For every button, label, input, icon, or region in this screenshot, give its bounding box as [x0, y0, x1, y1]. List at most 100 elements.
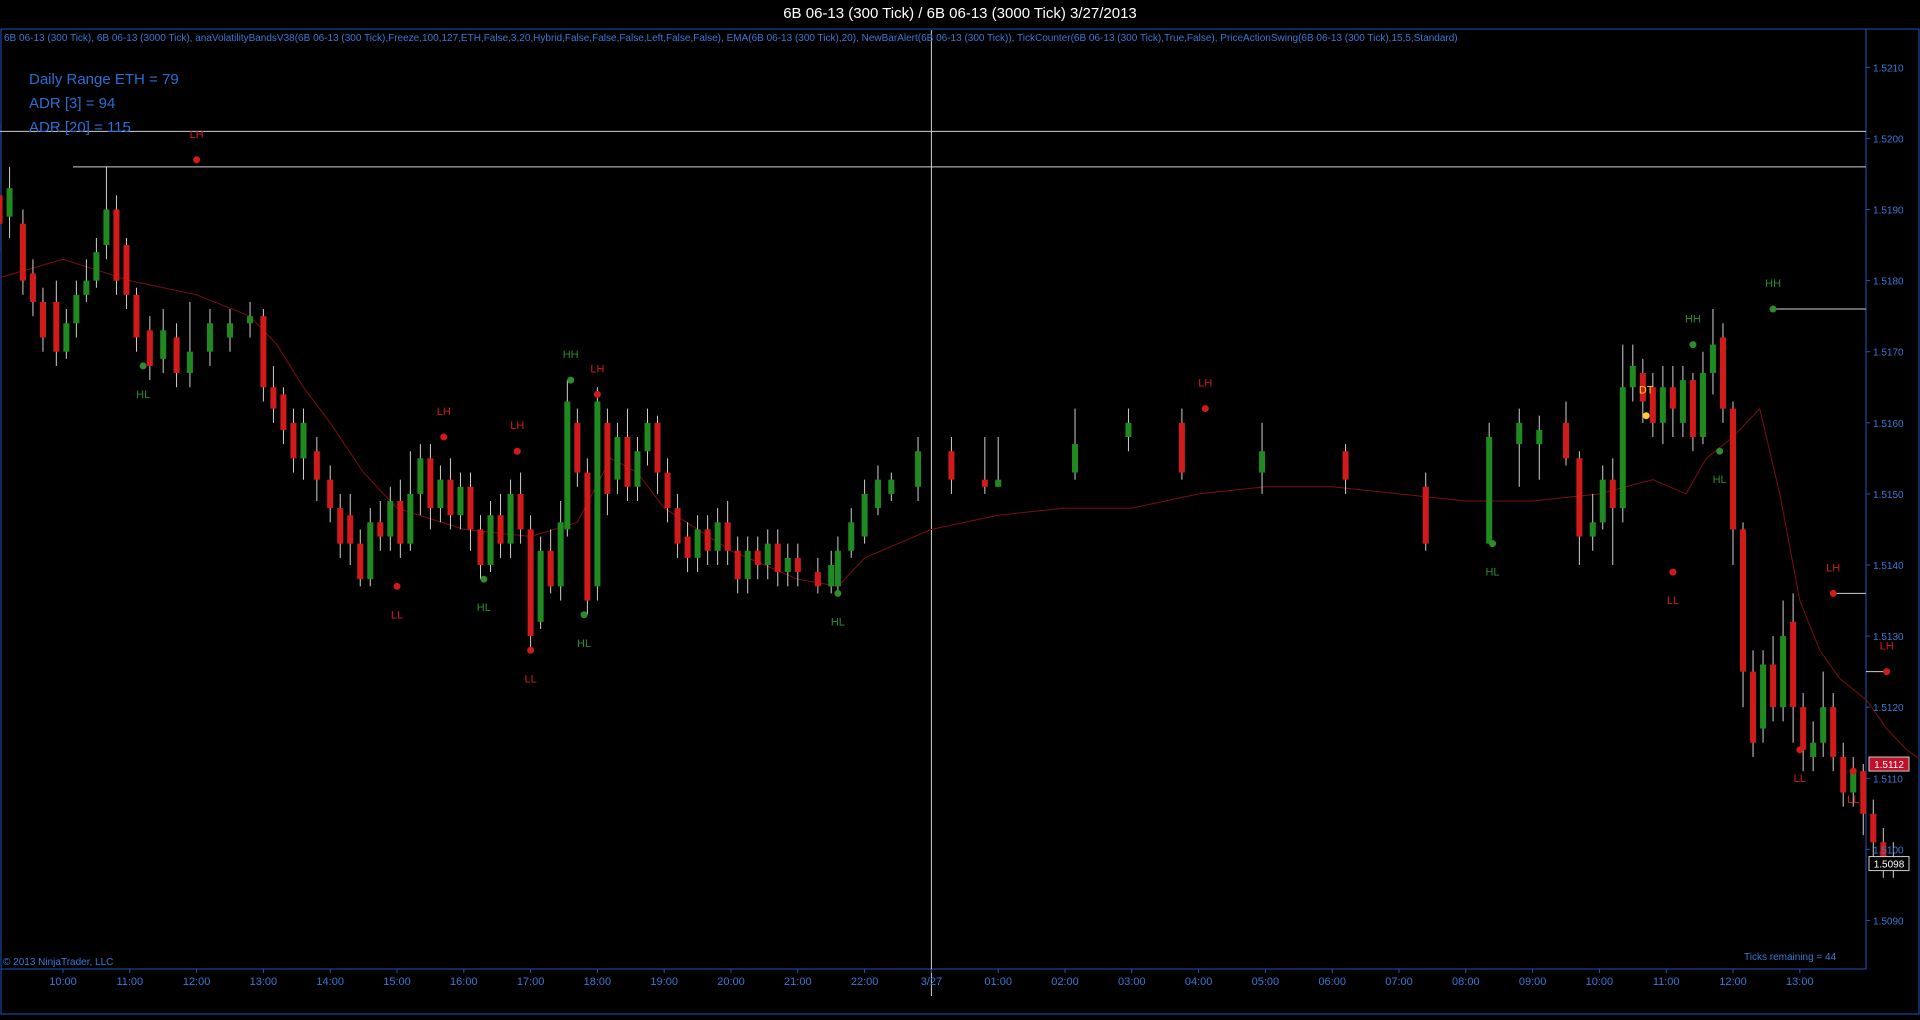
candle-body [834, 550, 841, 587]
candle-body [1840, 756, 1847, 793]
candle-body [427, 458, 434, 509]
swing-point [1642, 412, 1650, 420]
swing-point [593, 390, 601, 398]
swing-label-hh: HH [563, 349, 579, 361]
candle-body [1830, 707, 1837, 757]
swing-point [513, 447, 521, 455]
chart-panel[interactable]: LH HL LL LH HL LH LL HH HL LH HL LH HL DT LL HH HL HH LL LH… [0, 28, 1920, 1015]
candle-body [487, 515, 494, 565]
candle-body [1422, 486, 1429, 544]
swing-label-ll: LL [1667, 595, 1679, 607]
candle-body [564, 401, 571, 530]
candle-body [1599, 479, 1606, 523]
candle-body [63, 323, 70, 352]
candle-body [784, 557, 791, 573]
candle-body [1730, 408, 1736, 530]
time-tick-label: 04:00 [1185, 976, 1213, 988]
candle-body [39, 301, 46, 338]
candle-body [1689, 380, 1696, 438]
candle-body [19, 223, 26, 281]
candle-body [447, 479, 454, 516]
time-tick-label: 09:00 [1519, 976, 1547, 988]
price-tick-label: 1.5210 [1873, 63, 1904, 74]
time-tick-label: 11:00 [1653, 976, 1680, 988]
candle-body [915, 451, 922, 487]
time-tick-label: 14:00 [316, 976, 344, 988]
candle-body [1800, 707, 1807, 750]
candle-body [684, 536, 691, 558]
candle-body [397, 501, 404, 544]
candle-body [1516, 422, 1523, 445]
candle-body [754, 550, 761, 565]
candle-body [634, 451, 641, 487]
candle-body [1125, 422, 1132, 438]
candle-body [874, 479, 881, 509]
swing-point [1829, 589, 1837, 597]
candle-body [477, 529, 484, 565]
swing-point [139, 362, 147, 370]
daily-range-text: Daily Range ETH = 79 [29, 71, 179, 88]
candle-body [437, 479, 444, 509]
candle-body [313, 451, 320, 480]
candle-body [83, 280, 90, 295]
candle-body [1486, 437, 1493, 544]
candle-body [327, 479, 334, 509]
candle-body [227, 323, 233, 338]
swing-point [1769, 305, 1777, 313]
candle-body [300, 422, 307, 459]
candle-body [537, 550, 544, 622]
candle-body [828, 564, 835, 587]
swing-label-ll: LL [524, 673, 536, 685]
candle-body [507, 493, 514, 544]
candle-body [1790, 621, 1797, 708]
swing-label-lh: LH [437, 406, 451, 418]
price-tick-label: 1.5160 [1873, 419, 1904, 430]
swing-label-lh: LH [1198, 378, 1212, 390]
candle-body [794, 557, 801, 573]
price-tick-label: 1.5130 [1873, 632, 1904, 643]
swing-label-hl: HL [1713, 474, 1727, 486]
time-tick-label: 07:00 [1385, 976, 1413, 988]
adr20-text: ADR [20] = 115 [29, 119, 131, 136]
candle-body [861, 493, 868, 537]
swing-label-hh: HH [1685, 314, 1701, 326]
candle-body [1669, 387, 1676, 409]
candle-body [467, 486, 474, 530]
candle-body [1619, 387, 1626, 509]
swing-label-ll: LL [1847, 794, 1859, 806]
swing-label-lh: LH [1826, 562, 1840, 574]
swing-label-hl: HL [831, 616, 845, 628]
candle-body [260, 316, 267, 388]
price-tick-label: 1.5150 [1873, 490, 1904, 501]
time-tick-label: 17:00 [517, 976, 545, 988]
candle-body [614, 437, 621, 480]
candle-body [407, 493, 414, 544]
candle-body [160, 330, 167, 359]
candle-body [584, 472, 591, 601]
swing-label-hh: HH [1765, 278, 1781, 290]
candle-body [995, 479, 1002, 487]
candle-body [1870, 813, 1877, 843]
candle-body [848, 522, 855, 551]
time-tick-label: 18:00 [584, 976, 612, 988]
candle-body [206, 323, 213, 352]
candle-body [981, 479, 988, 487]
price-tick-label: 1.5190 [1873, 206, 1904, 217]
candle-body [1860, 771, 1867, 814]
candle-body [133, 294, 140, 338]
candle-body [604, 422, 611, 494]
candle-body [664, 472, 671, 509]
candle-body [1709, 344, 1716, 374]
candle-body [547, 550, 554, 587]
price-chart[interactable]: LH HL LL LH HL LH LL HH HL LH HL LH HL DT LL HH HL HH LL LH… [0, 28, 1920, 1015]
candle-body [1589, 522, 1596, 537]
swing-label-ll: LL [1794, 773, 1806, 785]
swing-point [1883, 668, 1891, 676]
swing-label-hl: HL [477, 602, 491, 614]
swing-point [567, 376, 575, 384]
candle-body [357, 543, 364, 580]
candle-body [1609, 479, 1616, 509]
candle-body [574, 422, 581, 473]
time-tick-label: 12:00 [183, 976, 211, 988]
swing-label-lh: LH [190, 129, 204, 141]
